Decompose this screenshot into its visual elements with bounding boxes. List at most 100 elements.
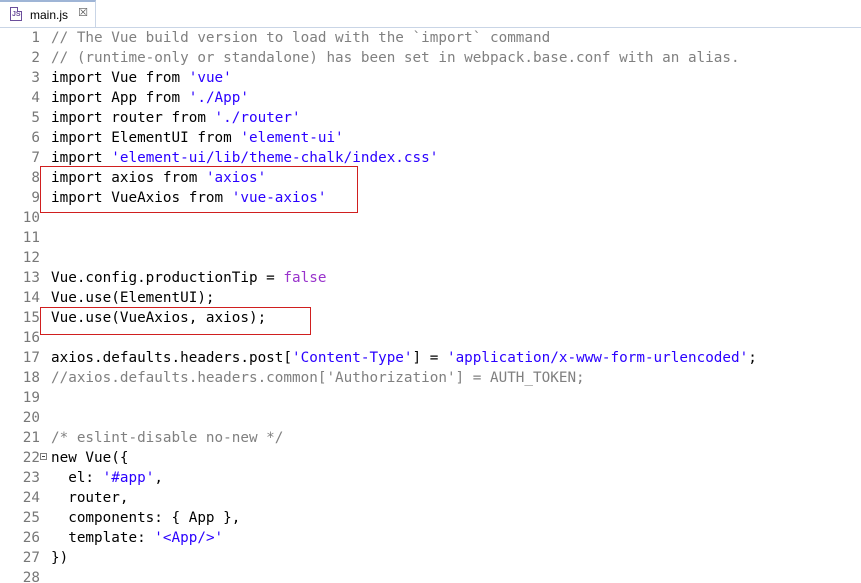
code-token: 'element-ui': [240, 130, 344, 146]
code-token: /* eslint-disable no-new */: [51, 430, 284, 446]
code-text: template: '<App/>': [51, 528, 223, 548]
line-number: 4: [31, 90, 40, 106]
code-token: template:: [51, 530, 155, 546]
highlight-box-vue-use: [40, 307, 311, 335]
line-number: 14: [22, 290, 40, 306]
code-text: Vue.use(ElementUI);: [51, 288, 215, 308]
line-number: 17: [22, 350, 40, 366]
line-number: 2: [31, 50, 40, 66]
code-line[interactable]: 1 // The Vue build version to load with t…: [0, 28, 861, 48]
line-number: 24: [22, 490, 40, 506]
code-text: import App from './App': [51, 88, 249, 108]
code-token: import Vue from: [51, 70, 189, 86]
code-token: Vue.use(ElementUI);: [51, 290, 215, 306]
line-number: 1: [31, 30, 40, 46]
code-line[interactable]: 26 template: '<App/>': [0, 528, 861, 548]
line-number: 15: [22, 310, 40, 326]
code-line[interactable]: 18 //axios.defaults.headers.common['Autho…: [0, 368, 861, 388]
tab-label: main.js: [30, 8, 69, 22]
line-number: 23: [22, 470, 40, 486]
code-line[interactable]: 4 import App from './App': [0, 88, 861, 108]
code-token: import router from: [51, 110, 215, 126]
code-token: 'application/x-www-form-urlencoded': [446, 350, 749, 366]
code-token: // The Vue build version to load with th…: [51, 30, 551, 46]
code-text: // The Vue build version to load with th…: [51, 28, 550, 48]
line-number: 10: [22, 210, 40, 226]
code-line[interactable]: 11: [0, 228, 861, 248]
code-token: '#app': [102, 470, 155, 486]
code-line[interactable]: 25 components: { App },: [0, 508, 861, 528]
code-token: import: [51, 150, 112, 166]
code-token: components: { App },: [51, 510, 241, 526]
code-line[interactable]: 23 el: '#app',: [0, 468, 861, 488]
code-line[interactable]: 12: [0, 248, 861, 268]
code-text: // (runtime-only or standalone) has been…: [51, 48, 740, 68]
code-token: Vue.config.productionTip =: [51, 270, 284, 286]
code-token: //axios.defaults.headers.common['Authori…: [51, 370, 585, 386]
code-token: }): [51, 550, 69, 566]
code-line[interactable]: 14 Vue.use(ElementUI);: [0, 288, 861, 308]
code-token: './App': [188, 90, 249, 106]
code-token: '<App/>': [154, 530, 224, 546]
code-line[interactable]: 24 router,: [0, 488, 861, 508]
line-number: 8: [31, 170, 40, 186]
line-number: 9: [31, 190, 40, 206]
line-number: 20: [22, 410, 40, 426]
code-line[interactable]: 27}): [0, 548, 861, 568]
code-token: router,: [51, 490, 129, 506]
code-line[interactable]: 21 /* eslint-disable no-new */: [0, 428, 861, 448]
code-line[interactable]: 2 // (runtime-only or standalone) has bee…: [0, 48, 861, 68]
line-number: 13: [22, 270, 40, 286]
code-token: new Vue({: [51, 450, 129, 466]
fold-collapse-icon[interactable]: [40, 453, 47, 460]
code-line[interactable]: 28: [0, 568, 861, 583]
code-line[interactable]: 6 import ElementUI from 'element-ui': [0, 128, 861, 148]
code-token: import ElementUI from: [51, 130, 241, 146]
code-line[interactable]: 3 import Vue from 'vue': [0, 68, 861, 88]
code-line[interactable]: 17 axios.defaults.headers.post['Content-T…: [0, 348, 861, 368]
line-number: 5: [31, 110, 40, 126]
code-editor[interactable]: 1 // The Vue build version to load with t…: [0, 28, 861, 583]
line-number: 26: [22, 530, 40, 546]
code-text: components: { App },: [51, 508, 240, 528]
line-number: 16: [22, 330, 40, 346]
code-text: router,: [51, 488, 128, 508]
code-line[interactable]: 7 import 'element-ui/lib/theme-chalk/inde…: [0, 148, 861, 168]
code-text: import Vue from 'vue': [51, 68, 232, 88]
line-number: 11: [22, 230, 40, 246]
code-token: axios.defaults.headers.post[: [51, 350, 293, 366]
code-text: //axios.defaults.headers.common['Authori…: [51, 368, 585, 388]
code-token: ] =: [412, 350, 447, 366]
code-text: /* eslint-disable no-new */: [51, 428, 283, 448]
code-token: 'element-ui/lib/theme-chalk/index.css': [111, 150, 439, 166]
code-token: ,: [154, 470, 163, 486]
line-number: 3: [31, 70, 40, 86]
code-line[interactable]: 13 Vue.config.productionTip = false: [0, 268, 861, 288]
code-line[interactable]: 19: [0, 388, 861, 408]
line-number: 19: [22, 390, 40, 406]
code-line[interactable]: 22 new Vue({: [0, 448, 861, 468]
editor-tab-bar: JS main.js ☒: [0, 0, 861, 28]
code-text: import ElementUI from 'element-ui': [51, 128, 344, 148]
code-text: import router from './router': [51, 108, 301, 128]
line-number: 28: [22, 570, 40, 583]
highlight-box-imports: [40, 166, 358, 213]
code-token: './router': [214, 110, 301, 126]
code-line[interactable]: 5 import router from './router': [0, 108, 861, 128]
code-token: false: [283, 270, 327, 286]
code-token: ;: [748, 350, 757, 366]
line-number: 12: [22, 250, 40, 266]
tab-main-js[interactable]: JS main.js ☒: [0, 0, 96, 27]
line-number: 7: [31, 150, 40, 166]
code-text: Vue.config.productionTip = false: [51, 268, 326, 288]
code-text: axios.defaults.headers.post['Content-Typ…: [51, 348, 757, 368]
code-token: // (runtime-only or standalone) has been…: [51, 50, 740, 66]
line-number: 6: [31, 130, 40, 146]
line-number: 21: [22, 430, 40, 446]
code-line[interactable]: 20: [0, 408, 861, 428]
code-token: import App from: [51, 90, 189, 106]
line-number: 22: [22, 450, 40, 466]
js-file-icon: JS: [10, 7, 22, 21]
close-icon[interactable]: ☒: [77, 7, 89, 19]
code-text: import 'element-ui/lib/theme-chalk/index…: [51, 148, 438, 168]
